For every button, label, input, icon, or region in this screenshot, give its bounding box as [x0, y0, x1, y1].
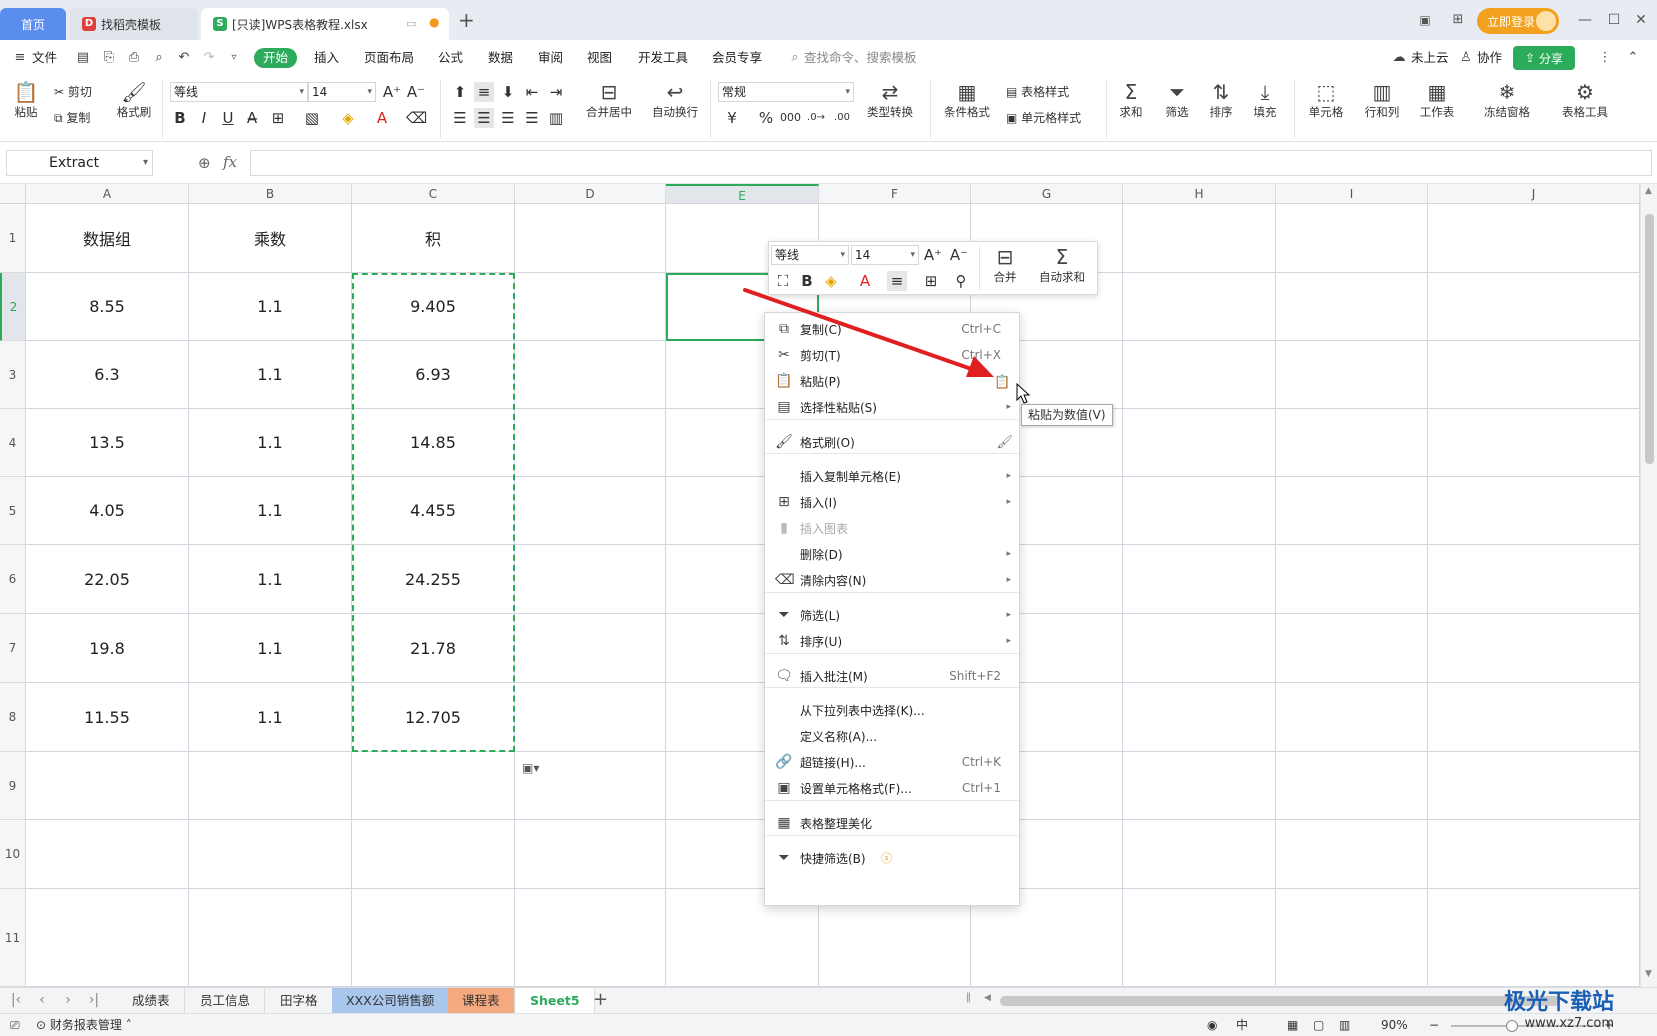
- sheet-tab[interactable]: 田字格: [266, 988, 333, 1013]
- add-sheet-icon[interactable]: +: [593, 990, 608, 1010]
- normal-view-icon[interactable]: ▦: [1287, 1017, 1298, 1034]
- sheet-tab[interactable]: 课程表: [448, 988, 515, 1013]
- macro-icon: ⊙: [36, 1018, 50, 1032]
- zoom-level[interactable]: 90%: [1381, 1017, 1408, 1034]
- eye-protection-icon[interactable]: ◉: [1207, 1017, 1217, 1034]
- watermark-brand: 极光下载站: [1504, 990, 1615, 1015]
- annotation-arrow: [743, 288, 994, 377]
- page-break-view-icon[interactable]: ▥: [1339, 1017, 1350, 1034]
- mouse-cursor-icon: [1016, 383, 1031, 404]
- watermark-url: www.xz7.com: [1524, 1016, 1615, 1031]
- watermark: 极光下载站 www.xz7.com: [1504, 984, 1614, 1031]
- hscroll-split-icon[interactable]: ‖: [966, 992, 971, 1003]
- macro-button[interactable]: ⊙ 财务报表管理 ˄: [36, 1017, 132, 1034]
- sheet-tab-bar: |‹ ‹ › ›| 成绩表 员工信息 田字格 XXX公司销售额 课程表 Sheet5 + …: [0, 987, 1657, 1013]
- first-sheet-icon[interactable]: |‹: [8, 991, 24, 1009]
- macro-label: 财务报表管理: [49, 1018, 122, 1032]
- horizontal-scroll-thumb[interactable]: [1000, 996, 1560, 1006]
- last-sheet-icon[interactable]: ›|: [86, 991, 102, 1009]
- chevron-up-icon: ˄: [121, 1018, 132, 1032]
- page-layout-view-icon[interactable]: ▢: [1313, 1017, 1324, 1034]
- zoom-out-icon[interactable]: −: [1429, 1017, 1439, 1034]
- next-sheet-icon[interactable]: ›: [60, 991, 76, 1009]
- sheet-tab[interactable]: 员工信息: [186, 988, 266, 1013]
- sheet-tab[interactable]: 成绩表: [118, 988, 185, 1013]
- status-bar: ⎚ ⊙ 财务报表管理 ˄ ◉ 中 ▦ ▢ ▥ 90% − +: [0, 1013, 1657, 1036]
- prev-sheet-icon[interactable]: ‹: [34, 991, 50, 1009]
- input-method-icon[interactable]: 中: [1236, 1017, 1248, 1034]
- sheet-tab[interactable]: XXX公司销售额: [332, 988, 450, 1013]
- scroll-left-icon[interactable]: ◀: [984, 993, 991, 1003]
- sheet-tab[interactable]: Sheet5: [516, 988, 595, 1013]
- macro-record-icon[interactable]: ⎚: [10, 1017, 20, 1034]
